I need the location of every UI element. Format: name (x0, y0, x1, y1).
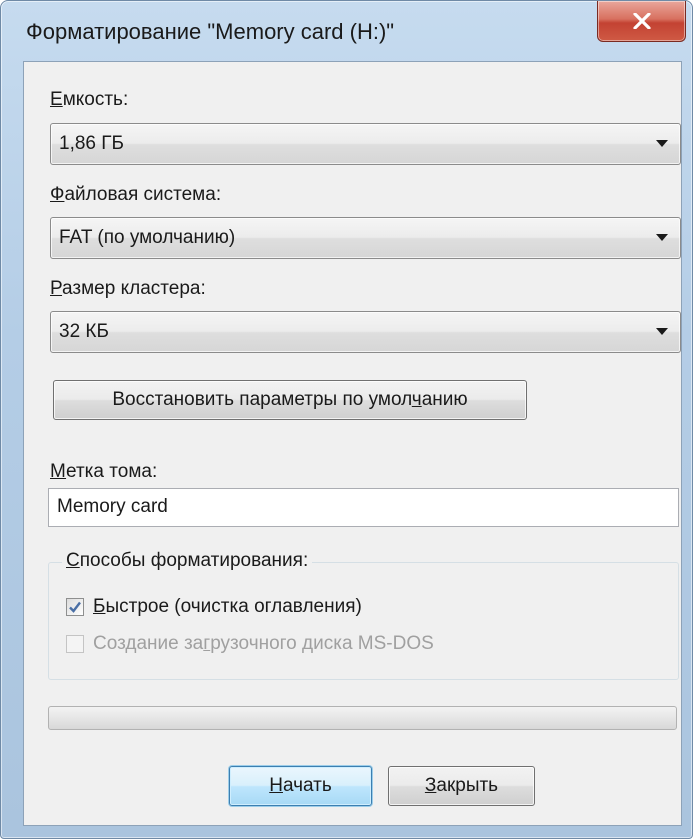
msdos-boot-disk-label: Создание загрузочного диска MS-DOS (93, 633, 434, 654)
format-options-legend: Способы форматирования: (62, 550, 313, 572)
restore-defaults-button[interactable]: Восстановить параметры по умолчанию (53, 380, 527, 420)
format-options-group (48, 562, 679, 680)
chevron-down-icon (656, 234, 668, 241)
format-progress-bar (48, 706, 677, 730)
cluster-size-dropdown[interactable]: 32 КБ (50, 311, 681, 353)
volume-label-input[interactable] (48, 488, 679, 527)
capacity-value: 1,86 ГБ (59, 133, 125, 154)
checkmark-icon (69, 601, 81, 613)
file-system-dropdown[interactable]: FAT (по умолчанию) (50, 217, 681, 259)
chevron-down-icon (656, 140, 668, 147)
start-button[interactable]: Начать (229, 766, 372, 806)
volume-label-label: Метка тома: (50, 461, 158, 482)
quick-format-checkbox[interactable] (66, 598, 84, 616)
capacity-dropdown[interactable]: 1,86 ГБ (50, 123, 681, 165)
msdos-boot-disk-checkbox (66, 635, 84, 653)
file-system-value: FAT (по умолчанию) (59, 227, 236, 248)
close-button[interactable]: Закрыть (388, 766, 535, 806)
chevron-down-icon (656, 328, 668, 335)
title-bar[interactable]: Форматирование "Memory card (H:)" (1, 1, 692, 61)
file-system-label: Файловая система: (50, 184, 222, 205)
volume-label-field[interactable] (57, 496, 657, 518)
close-icon (632, 13, 651, 29)
capacity-label: Емкость: (50, 89, 129, 110)
window-title: Форматирование "Memory card (H:)" (26, 19, 395, 44)
cluster-size-label: Размер кластера: (50, 278, 206, 299)
cluster-size-value: 32 КБ (59, 321, 109, 342)
quick-format-label: Быстрое (очистка оглавления) (93, 596, 362, 617)
close-window-button[interactable] (597, 1, 686, 42)
